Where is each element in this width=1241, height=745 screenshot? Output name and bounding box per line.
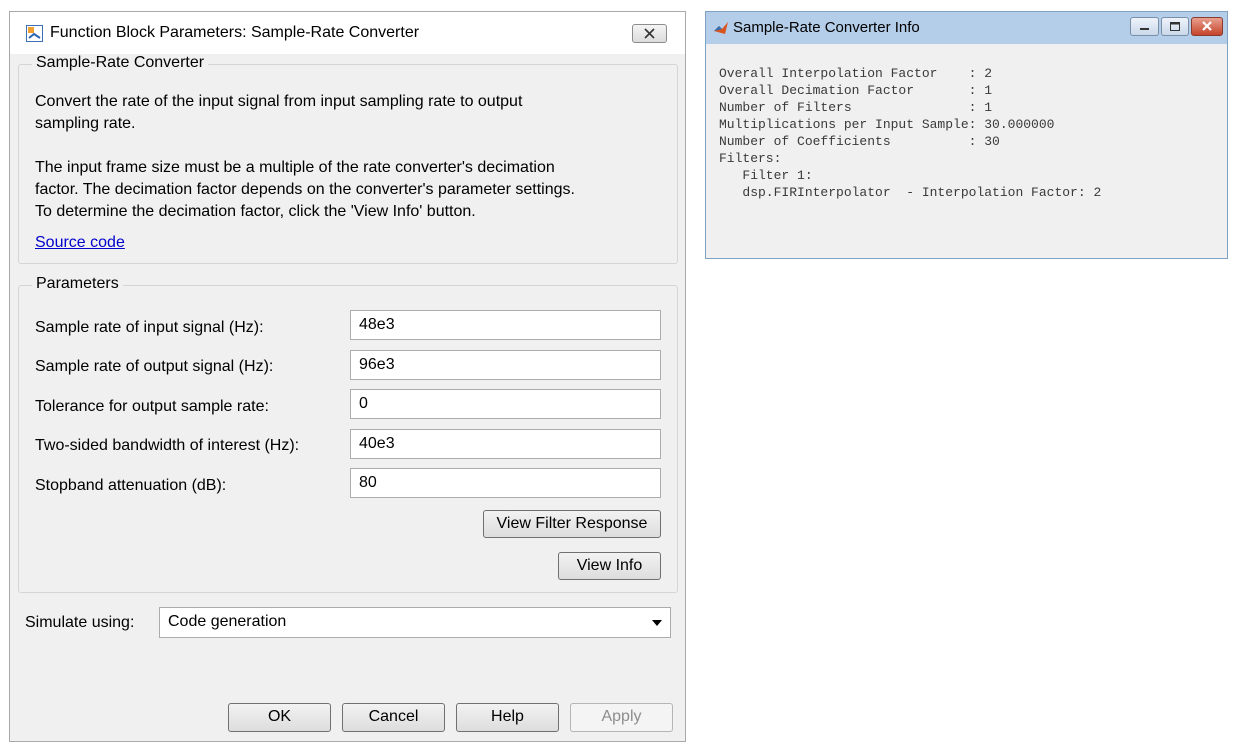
close-icon: [1202, 21, 1212, 31]
close-icon: [644, 28, 655, 39]
function-block-parameters-dialog: Function Block Parameters: Sample-Rate C…: [9, 11, 686, 742]
matlab-logo-icon: [713, 20, 729, 36]
tolerance-field[interactable]: [350, 389, 661, 419]
info-line: dsp.FIRInterpolator - Interpolation Fact…: [719, 185, 1102, 200]
view-filter-response-button[interactable]: View Filter Response: [483, 510, 661, 538]
info-content: Overall Interpolation Factor : 2 Overall…: [710, 44, 1223, 254]
info-line: Overall Interpolation Factor : 2: [719, 66, 993, 81]
parameters-group-title: Parameters: [32, 275, 123, 293]
converter-info-window: Sample-Rate Converter Info Overall Inter…: [705, 11, 1228, 259]
info-line: Filter 1:: [719, 168, 813, 183]
close-button[interactable]: [1191, 17, 1223, 36]
description-paragraph-1: Convert the rate of the input signal fro…: [35, 91, 522, 135]
description-group-title: Sample-Rate Converter: [32, 54, 209, 72]
dialog-titlebar: Function Block Parameters: Sample-Rate C…: [10, 12, 685, 54]
description-line: Convert the rate of the input signal fro…: [35, 93, 523, 110]
output-rate-field[interactable]: [350, 350, 661, 380]
description-paragraph-2: The input frame size must be a multiple …: [35, 157, 575, 223]
simulink-block-icon: [26, 25, 43, 42]
minimize-icon: [1140, 28, 1149, 30]
simulate-using-dropdown[interactable]: Code generation: [159, 607, 671, 638]
description-line: To determine the decimation factor, clic…: [35, 203, 476, 220]
source-code-link[interactable]: Source code: [35, 234, 125, 252]
input-rate-label: Sample rate of input signal (Hz):: [35, 319, 264, 336]
description-line: sampling rate.: [35, 115, 136, 132]
cancel-button[interactable]: Cancel: [342, 703, 445, 732]
description-line: factor. The decimation factor depends on…: [35, 181, 575, 198]
ok-button[interactable]: OK: [228, 703, 331, 732]
bandwidth-label: Two-sided bandwidth of interest (Hz):: [35, 437, 300, 454]
view-info-button[interactable]: View Info: [558, 552, 661, 580]
stopband-attenuation-field[interactable]: [350, 468, 661, 498]
stopband-attenuation-label: Stopband attenuation (dB):: [35, 477, 227, 494]
info-line: Overall Decimation Factor : 1: [719, 83, 993, 98]
info-title: Sample-Rate Converter Info: [733, 19, 920, 36]
info-line: Number of Filters : 1: [719, 100, 993, 115]
help-button[interactable]: Help: [456, 703, 559, 732]
output-rate-label: Sample rate of output signal (Hz):: [35, 358, 274, 375]
dropdown-arrow-icon: [652, 620, 662, 626]
tolerance-label: Tolerance for output sample rate:: [35, 398, 269, 415]
maximize-button[interactable]: [1161, 17, 1189, 36]
input-rate-field[interactable]: [350, 310, 661, 340]
description-line: The input frame size must be a multiple …: [35, 159, 555, 176]
apply-button[interactable]: Apply: [570, 703, 673, 732]
close-button[interactable]: [632, 24, 667, 43]
dialog-title: Function Block Parameters: Sample-Rate C…: [50, 24, 420, 41]
minimize-button[interactable]: [1130, 17, 1159, 36]
info-line: Multiplications per Input Sample: 30.000…: [719, 117, 1055, 132]
info-line: Number of Coefficients : 30: [719, 134, 1000, 149]
info-line: Filters:: [719, 151, 782, 166]
bandwidth-field[interactable]: [350, 429, 661, 459]
simulate-using-value: Code generation: [168, 613, 287, 630]
simulate-using-label: Simulate using:: [25, 614, 135, 631]
info-titlebar: Sample-Rate Converter Info: [706, 12, 1227, 44]
maximize-icon: [1170, 22, 1180, 31]
